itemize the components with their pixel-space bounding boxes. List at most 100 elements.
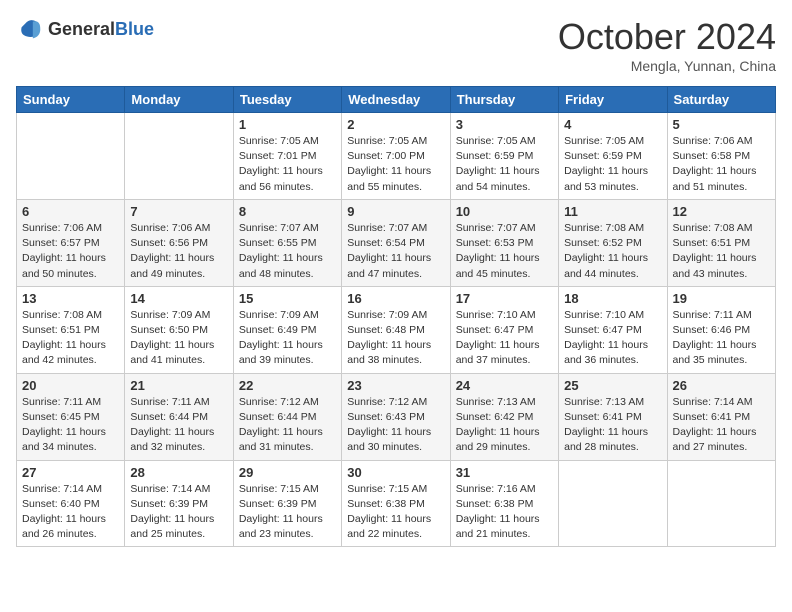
day-number: 6 xyxy=(22,204,119,219)
sunset-text: Sunset: 6:38 PM xyxy=(347,498,425,510)
sunrise-text: Sunrise: 7:11 AM xyxy=(22,396,101,408)
sunrise-text: Sunrise: 7:06 AM xyxy=(673,135,753,147)
day-number: 3 xyxy=(456,117,553,132)
sunset-text: Sunset: 6:50 PM xyxy=(130,324,208,336)
sunset-text: Sunset: 6:52 PM xyxy=(564,237,642,249)
calendar-cell: 18Sunrise: 7:10 AMSunset: 6:47 PMDayligh… xyxy=(559,286,667,373)
sunset-text: Sunset: 6:43 PM xyxy=(347,411,425,423)
sunset-text: Sunset: 6:39 PM xyxy=(239,498,317,510)
cell-data: Sunrise: 7:08 AMSunset: 6:51 PMDaylight:… xyxy=(22,308,119,369)
day-number: 30 xyxy=(347,465,444,480)
daylight-text: Daylight: 11 hours and 25 minutes. xyxy=(130,513,214,540)
daylight-text: Daylight: 11 hours and 51 minutes. xyxy=(673,165,757,192)
sunset-text: Sunset: 6:42 PM xyxy=(456,411,534,423)
sunset-text: Sunset: 6:41 PM xyxy=(673,411,751,423)
day-number: 14 xyxy=(130,291,227,306)
calendar-cell: 1 Sunrise: 7:05 AMSunset: 7:01 PMDaylight… xyxy=(233,113,341,200)
sunset-text: Sunset: 6:56 PM xyxy=(130,237,208,249)
daylight-text: Daylight: 11 hours and 28 minutes. xyxy=(564,426,648,453)
sunrise-text: Sunrise: 7:09 AM xyxy=(347,309,427,321)
sunrise-text: Sunrise: 7:15 AM xyxy=(347,483,427,495)
calendar-cell xyxy=(17,113,125,200)
logo-general: General xyxy=(48,20,115,40)
cell-data: Sunrise: 7:11 AMSunset: 6:46 PMDaylight:… xyxy=(673,308,770,369)
calendar-cell: 25Sunrise: 7:13 AMSunset: 6:41 PMDayligh… xyxy=(559,373,667,460)
daylight-text: Daylight: 11 hours and 55 minutes. xyxy=(347,165,431,192)
cell-data: Sunrise: 7:09 AM Sunset: 6:50 PM Daylight:… xyxy=(130,308,227,369)
sunset-text: Sunset: 6:48 PM xyxy=(347,324,425,336)
sunset-text: Sunset: 6:53 PM xyxy=(456,237,534,249)
daylight-text: Daylight: 11 hours and 29 minutes. xyxy=(456,426,540,453)
cell-data: Sunrise: 7:06 AMSunset: 6:57 PMDaylight:… xyxy=(22,221,119,282)
cell-data: Sunrise: 7:15 AMSunset: 6:38 PMDaylight:… xyxy=(347,482,444,543)
cell-data: Sunrise: 7:15 AM Sunset: 6:39 PM Daylight:… xyxy=(239,482,336,543)
calendar-cell: 30Sunrise: 7:15 AMSunset: 6:38 PMDayligh… xyxy=(342,460,450,547)
sunset-text: Sunset: 6:39 PM xyxy=(130,498,208,510)
calendar-cell: 14 Sunrise: 7:09 AM Sunset: 6:50 PM Dayligh… xyxy=(125,286,233,373)
sunrise-text: Sunrise: 7:08 AM xyxy=(673,222,753,234)
day-number: 1 xyxy=(239,117,336,132)
calendar-cell: 19Sunrise: 7:11 AMSunset: 6:46 PMDayligh… xyxy=(667,286,775,373)
daylight-text: Daylight: 11 hours and 41 minutes. xyxy=(130,339,214,366)
weekday-header-sunday: Sunday xyxy=(17,87,125,113)
sunrise-text: Sunrise: 7:05 AM xyxy=(347,135,427,147)
day-number: 2 xyxy=(347,117,444,132)
cell-data: Sunrise: 7:05 AMSunset: 7:01 PMDaylight:… xyxy=(239,134,336,195)
cell-data: Sunrise: 7:13 AMSunset: 6:42 PMDaylight:… xyxy=(456,395,553,456)
daylight-text: Daylight: 11 hours and 37 minutes. xyxy=(456,339,540,366)
sunrise-text: Sunrise: 7:13 AM xyxy=(564,396,644,408)
day-number: 15 xyxy=(239,291,336,306)
calendar-cell: 11Sunrise: 7:08 AMSunset: 6:52 PMDayligh… xyxy=(559,199,667,286)
cell-data: Sunrise: 7:07 AMSunset: 6:54 PMDaylight:… xyxy=(347,221,444,282)
daylight-text: Daylight: 11 hours and 36 minutes. xyxy=(564,339,648,366)
sunrise-text: Sunrise: 7:15 AM xyxy=(239,483,319,495)
sunset-text: Sunset: 6:44 PM xyxy=(239,411,317,423)
calendar-row-0: 1 Sunrise: 7:05 AMSunset: 7:01 PMDaylight… xyxy=(17,113,776,200)
calendar-cell: 4Sunrise: 7:05 AMSunset: 6:59 PMDaylight… xyxy=(559,113,667,200)
sunrise-text: Sunrise: 7:07 AM xyxy=(347,222,427,234)
sunset-text: Sunset: 6:51 PM xyxy=(22,324,100,336)
calendar-cell: 26Sunrise: 7:14 AMSunset: 6:41 PMDayligh… xyxy=(667,373,775,460)
day-number: 24 xyxy=(456,378,553,393)
cell-data: Sunrise: 7:10 AMSunset: 6:47 PMDaylight:… xyxy=(564,308,661,369)
cell-data: Sunrise: 7:10 AMSunset: 6:47 PMDaylight:… xyxy=(456,308,553,369)
day-number: 7 xyxy=(130,204,227,219)
cell-data: Sunrise: 7:05 AMSunset: 6:59 PMDaylight:… xyxy=(456,134,553,195)
calendar-row-4: 27Sunrise: 7:14 AMSunset: 6:40 PMDayligh… xyxy=(17,460,776,547)
sunrise-text: Sunrise: 7:08 AM xyxy=(564,222,644,234)
calendar-cell xyxy=(559,460,667,547)
day-number: 5 xyxy=(673,117,770,132)
calendar-cell: 6 Sunrise: 7:06 AMSunset: 6:57 PMDaylight… xyxy=(17,199,125,286)
day-number: 9 xyxy=(347,204,444,219)
day-number: 12 xyxy=(673,204,770,219)
cell-data: Sunrise: 7:06 AMSunset: 6:58 PMDaylight:… xyxy=(673,134,770,195)
sunrise-text: Sunrise: 7:11 AM xyxy=(673,309,752,321)
calendar-cell: 28Sunrise: 7:14 AMSunset: 6:39 PMDayligh… xyxy=(125,460,233,547)
sunset-text: Sunset: 6:54 PM xyxy=(347,237,425,249)
daylight-text: Daylight: 11 hours and 53 minutes. xyxy=(564,165,648,192)
weekday-header-tuesday: Tuesday xyxy=(233,87,341,113)
sunset-text: Sunset: 6:51 PM xyxy=(673,237,751,249)
weekday-header-friday: Friday xyxy=(559,87,667,113)
sunrise-text: Sunrise: 7:14 AM xyxy=(673,396,753,408)
daylight-text: Daylight: 11 hours and 43 minutes. xyxy=(673,252,757,279)
sunrise-text: Sunrise: 7:12 AM xyxy=(347,396,427,408)
daylight-text: Daylight: 11 hours and 31 minutes. xyxy=(239,426,323,453)
calendar-row-3: 20Sunrise: 7:11 AMSunset: 6:45 PMDayligh… xyxy=(17,373,776,460)
calendar-cell: 8Sunrise: 7:07 AMSunset: 6:55 PMDaylight… xyxy=(233,199,341,286)
calendar-row-1: 6 Sunrise: 7:06 AMSunset: 6:57 PMDaylight… xyxy=(17,199,776,286)
month-title: October 2024 xyxy=(558,16,776,58)
weekday-header-wednesday: Wednesday xyxy=(342,87,450,113)
daylight-text: Daylight: 11 hours and 56 minutes. xyxy=(239,165,323,192)
cell-data: Sunrise: 7:07 AMSunset: 6:53 PMDaylight:… xyxy=(456,221,553,282)
sunrise-text: Sunrise: 7:09 AM xyxy=(130,309,210,321)
calendar-cell: 9Sunrise: 7:07 AMSunset: 6:54 PMDaylight… xyxy=(342,199,450,286)
calendar-cell: 15 Sunrise: 7:09 AMSunset: 6:49 PMDayligh… xyxy=(233,286,341,373)
daylight-text: Daylight: 11 hours and 35 minutes. xyxy=(673,339,757,366)
sunrise-text: Sunrise: 7:12 AM xyxy=(239,396,319,408)
cell-data: Sunrise: 7:09 AMSunset: 6:48 PMDaylight:… xyxy=(347,308,444,369)
title-block: October 2024 Mengla, Yunnan, China xyxy=(558,16,776,74)
cell-data: Sunrise: 7:09 AMSunset: 6:49 PMDaylight:… xyxy=(239,308,336,369)
cell-data: Sunrise: 7:06 AMSunset: 6:56 PMDaylight:… xyxy=(130,221,227,282)
daylight-text: Daylight: 11 hours and 23 minutes. xyxy=(239,513,323,540)
